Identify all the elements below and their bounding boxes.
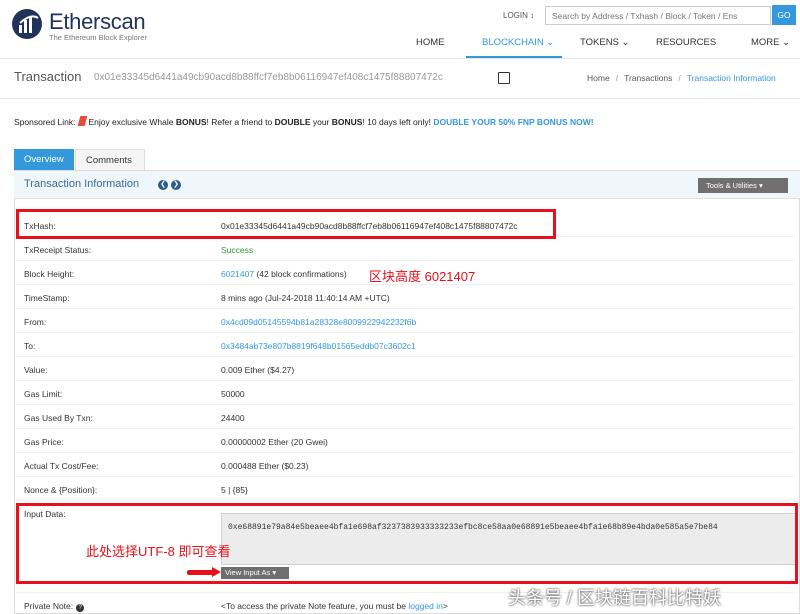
sponsor-cta-link[interactable]: DOUBLE YOUR 50% FNP BONUS NOW! — [433, 117, 593, 127]
block-height-label: Block Height: — [24, 269, 75, 279]
search-go-button[interactable]: GO — [772, 5, 796, 25]
breadcrumb-home[interactable]: Home — [587, 73, 610, 83]
chevron-down-icon: ⌄ — [782, 37, 791, 48]
private-note-label: Private Note:? — [24, 601, 85, 612]
row-divider — [16, 356, 796, 357]
row-divider — [16, 452, 796, 453]
block-height-value: 6021407 (42 block confirmations) — [221, 269, 347, 279]
sponsor-double: DOUBLE — [274, 117, 311, 127]
nav-blockchain[interactable]: BLOCKCHAIN ⌄ — [482, 37, 554, 48]
tx-cost-label: Actual Tx Cost/Fee: — [24, 461, 99, 471]
fnp-logo-icon — [78, 116, 88, 126]
status-value: Success — [221, 245, 254, 255]
sponsor-text: your — [310, 117, 332, 127]
row-divider — [16, 428, 796, 429]
row-divider — [16, 404, 796, 405]
panel-title: Transaction Information — [24, 178, 140, 190]
next-arrow-icon[interactable]: ❯ — [171, 180, 181, 190]
chevron-down-icon: ⌄ — [621, 37, 630, 48]
row-divider — [16, 308, 796, 309]
sponsor-bonus: BONUS — [175, 117, 207, 127]
utf8-annotation: 此处选择UTF-8 即可查看 — [86, 544, 231, 559]
to-label: To: — [24, 341, 36, 351]
chevron-down-icon: ⌄ — [546, 37, 555, 48]
etherscan-logo-icon[interactable] — [11, 8, 43, 40]
search-input[interactable] — [545, 6, 771, 25]
gas-price-label: Gas Price: — [24, 437, 64, 447]
arrow-icon — [187, 570, 215, 575]
header-divider — [0, 58, 800, 59]
block-height-annotation: 区块高度 6021407 — [369, 269, 476, 284]
txhash-highlight-box — [16, 209, 556, 239]
breadcrumb: Home / Transactions / Transaction Informatio… — [587, 73, 776, 83]
question-icon[interactable]: ? — [76, 604, 85, 612]
nav-tokens[interactable]: TOKENS ⌄ — [580, 37, 630, 48]
nav-resources[interactable]: RESOURCES — [656, 37, 716, 48]
caret-down-icon: ▾ — [758, 181, 763, 190]
breadcrumb-current[interactable]: Transaction Information — [687, 73, 776, 83]
sponsor-text: ! Refer a friend to — [206, 117, 275, 127]
block-link[interactable]: 6021407 — [221, 269, 254, 279]
login-link[interactable]: LOGIN ↕ — [503, 11, 534, 20]
logo-tagline: The Ethereum Block Explorer — [49, 33, 147, 42]
gas-limit-value: 50000 — [221, 389, 245, 399]
login-icon: ↕ — [530, 11, 535, 20]
row-divider — [16, 380, 796, 381]
logo-name[interactable]: Etherscan — [49, 9, 146, 35]
gas-used-label: Gas Used By Txn: — [24, 413, 93, 423]
private-note-value: <To access the private Note feature, you… — [221, 601, 448, 611]
arrow-head-icon — [212, 567, 221, 577]
tx-cost-value: 0.000488 Ether ($0.23) — [221, 461, 309, 471]
from-address-link[interactable]: 0x4cd09d05145594b81a28328e8009922942232f… — [221, 317, 416, 327]
tab-comments[interactable]: Comments — [75, 149, 145, 170]
nonce-value: 5 | {85} — [221, 485, 248, 495]
sponsor-text: Enjoy exclusive Whale — [88, 117, 176, 127]
tools-utilities-dropdown[interactable]: Tools & Utilities ▾ — [698, 178, 788, 193]
nonce-label: Nonce & {Position}: — [24, 485, 98, 495]
row-divider — [16, 332, 796, 333]
timestamp-label: TimeStamp: — [24, 293, 70, 303]
timestamp-value: 8 mins ago (Jul-24-2018 11:40:14 AM +UTC… — [221, 293, 390, 303]
login-link[interactable]: logged in — [408, 601, 443, 611]
row-divider — [16, 476, 796, 477]
sponsor-text: ! 10 days left only! — [362, 117, 434, 127]
gas-used-value: 24400 — [221, 413, 245, 423]
block-confirmations: (42 block confirmations) — [254, 269, 347, 279]
title-divider — [0, 98, 800, 99]
copy-icon[interactable] — [498, 72, 510, 84]
sponsored-link: Sponsored Link: Enjoy exclusive Whale BON… — [14, 116, 594, 127]
gas-limit-label: Gas Limit: — [24, 389, 63, 399]
prev-arrow-icon[interactable]: ❮ — [158, 180, 168, 190]
page-title: Transaction — [14, 69, 82, 84]
sponsor-label: Sponsored Link: — [14, 117, 76, 127]
value-label: Value: — [24, 365, 48, 375]
value-value: 0.009 Ether ($4.27) — [221, 365, 295, 375]
watermark: 头条号 / 区块链百科比特妖 — [508, 588, 722, 608]
to-address-link[interactable]: 0x3484ab73e807b8819f648b01565eddb07c3602… — [221, 341, 416, 351]
row-divider — [16, 260, 796, 261]
tab-overview[interactable]: Overview — [14, 149, 74, 170]
from-label: From: — [24, 317, 47, 327]
row-divider — [16, 500, 796, 501]
status-label: TxReceipt Status: — [24, 245, 92, 255]
nav-home[interactable]: HOME — [416, 37, 445, 48]
page-hash: 0x01e33345d6441a49cb90acd8b88ffcf7eb8b06… — [94, 72, 443, 83]
gas-price-value: 0.00000002 Ether (20 Gwei) — [221, 437, 328, 447]
breadcrumb-transactions[interactable]: Transactions — [624, 73, 672, 83]
nav-more[interactable]: MORE ⌄ — [751, 37, 790, 48]
sponsor-bonus: BONUS — [331, 117, 363, 127]
